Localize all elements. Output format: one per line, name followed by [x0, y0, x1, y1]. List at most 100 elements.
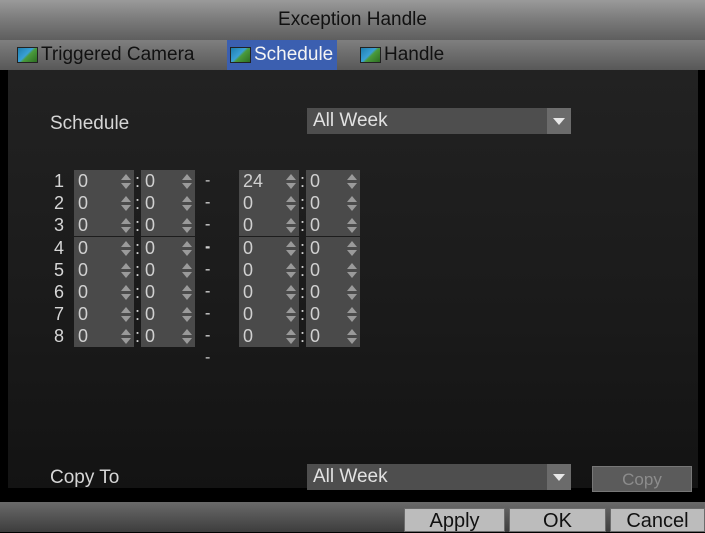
apply-button[interactable]: Apply: [404, 508, 505, 532]
start-minute-spinner[interactable]: 0: [141, 325, 195, 347]
spinner-arrows-icon[interactable]: [180, 327, 194, 345]
end-hour-spinner[interactable]: 0: [239, 325, 299, 347]
start-minute-spinner[interactable]: 0: [141, 237, 195, 259]
spinner-arrows-icon[interactable]: [284, 194, 298, 212]
end-hour-spinner[interactable]: 24: [239, 170, 299, 192]
start-minute-spinner[interactable]: 0: [141, 214, 195, 236]
start-hour-spinner[interactable]: 0: [74, 170, 134, 192]
schedule-select[interactable]: All Week: [307, 108, 571, 134]
end-hour-spinner[interactable]: 0: [239, 214, 299, 236]
spinner-arrows-icon[interactable]: [119, 261, 133, 279]
start-minute-spinner[interactable]: 0: [141, 259, 195, 281]
spinner-arrows-icon[interactable]: [345, 305, 359, 323]
time-colon: :: [300, 215, 306, 235]
period-number: 4: [54, 238, 65, 258]
spinner-arrows-icon[interactable]: [180, 283, 194, 301]
spinner-arrows-icon[interactable]: [180, 261, 194, 279]
end-hour-spinner-value: 24: [243, 171, 264, 191]
tab-label: Handle: [384, 44, 445, 65]
end-minute-spinner-value: 0: [310, 304, 321, 324]
spinner-arrows-icon[interactable]: [180, 239, 194, 257]
end-hour-spinner[interactable]: 0: [239, 237, 299, 259]
start-hour-spinner[interactable]: 0: [74, 192, 134, 214]
end-minute-spinner-value: 0: [310, 326, 321, 346]
start-hour-spinner[interactable]: 0: [74, 325, 134, 347]
chevron-down-icon[interactable]: [547, 464, 571, 490]
start-hour-spinner[interactable]: 0: [74, 281, 134, 303]
start-minute-spinner[interactable]: 0: [141, 170, 195, 192]
start-minute-spinner[interactable]: 0: [141, 281, 195, 303]
start-minute-spinner-value: 0: [145, 171, 156, 191]
start-minute-spinner[interactable]: 0: [141, 303, 195, 325]
spinner-arrows-icon[interactable]: [345, 327, 359, 345]
spinner-arrows-icon[interactable]: [180, 305, 194, 323]
start-minute-spinner-value: 0: [145, 282, 156, 302]
copy-to-label: Copy To: [50, 467, 120, 488]
tab-schedule[interactable]: Schedule: [227, 40, 338, 70]
spinner-arrows-icon[interactable]: [119, 194, 133, 212]
spinner-arrows-icon[interactable]: [345, 239, 359, 257]
spinner-arrows-icon[interactable]: [180, 194, 194, 212]
end-hour-spinner[interactable]: 0: [239, 192, 299, 214]
end-hour-spinner[interactable]: 0: [239, 259, 299, 281]
spinner-arrows-icon[interactable]: [119, 305, 133, 323]
end-hour-spinner[interactable]: 0: [239, 281, 299, 303]
end-minute-spinner[interactable]: 0: [306, 303, 360, 325]
start-minute-spinner-value: 0: [145, 304, 156, 324]
ok-button[interactable]: OK: [509, 508, 606, 532]
spinner-arrows-icon[interactable]: [119, 283, 133, 301]
cancel-button[interactable]: Cancel: [610, 508, 705, 532]
copy-to-select[interactable]: All Week: [307, 464, 571, 490]
spinner-arrows-icon[interactable]: [284, 216, 298, 234]
time-colon: :: [300, 171, 306, 191]
start-minute-spinner-value: 0: [145, 326, 156, 346]
period-number: 6: [54, 282, 65, 302]
spinner-arrows-icon[interactable]: [284, 283, 298, 301]
start-hour-spinner-value: 0: [78, 326, 89, 346]
start-minute-spinner-value: 0: [145, 260, 156, 280]
spinner-arrows-icon[interactable]: [284, 261, 298, 279]
time-colon: :: [135, 238, 141, 258]
spinner-arrows-icon[interactable]: [284, 305, 298, 323]
start-minute-spinner[interactable]: 0: [141, 192, 195, 214]
end-hour-spinner-value: 0: [243, 215, 254, 235]
start-hour-spinner[interactable]: 0: [74, 259, 134, 281]
spinner-arrows-icon[interactable]: [345, 194, 359, 212]
end-minute-spinner-value: 0: [310, 238, 321, 258]
tab-handle[interactable]: Handle: [357, 40, 444, 70]
end-minute-spinner[interactable]: 0: [306, 214, 360, 236]
start-hour-spinner-value: 0: [78, 215, 89, 235]
tab-triggered-camera[interactable]: Triggered Camera: [14, 40, 194, 70]
camera-icon: [360, 47, 381, 63]
end-hour-spinner-value: 0: [243, 193, 254, 213]
end-minute-spinner[interactable]: 0: [306, 237, 360, 259]
spinner-arrows-icon[interactable]: [284, 172, 298, 190]
end-minute-spinner[interactable]: 0: [306, 192, 360, 214]
spinner-arrows-icon[interactable]: [119, 239, 133, 257]
spinner-arrows-icon[interactable]: [284, 327, 298, 345]
end-minute-spinner[interactable]: 0: [306, 170, 360, 192]
spinner-arrows-icon[interactable]: [119, 172, 133, 190]
spinner-arrows-icon[interactable]: [345, 216, 359, 234]
spinner-arrows-icon[interactable]: [180, 172, 194, 190]
spinner-arrows-icon[interactable]: [119, 216, 133, 234]
period-number: 8: [54, 326, 65, 346]
spinner-arrows-icon[interactable]: [119, 327, 133, 345]
spinner-arrows-icon[interactable]: [345, 261, 359, 279]
spinner-arrows-icon[interactable]: [180, 216, 194, 234]
end-minute-spinner[interactable]: 0: [306, 281, 360, 303]
copy-button[interactable]: Copy: [592, 466, 692, 492]
spinner-arrows-icon[interactable]: [345, 283, 359, 301]
start-hour-spinner[interactable]: 0: [74, 237, 134, 259]
end-hour-spinner[interactable]: 0: [239, 303, 299, 325]
end-minute-spinner[interactable]: 0: [306, 325, 360, 347]
start-hour-spinner[interactable]: 0: [74, 303, 134, 325]
end-minute-spinner[interactable]: 0: [306, 259, 360, 281]
start-hour-spinner[interactable]: 0: [74, 214, 134, 236]
end-minute-spinner-value: 0: [310, 260, 321, 280]
chevron-down-icon[interactable]: [547, 108, 571, 134]
start-hour-spinner-value: 0: [78, 193, 89, 213]
spinner-arrows-icon[interactable]: [284, 239, 298, 257]
spinner-arrows-icon[interactable]: [345, 172, 359, 190]
start-minute-spinner-value: 0: [145, 238, 156, 258]
